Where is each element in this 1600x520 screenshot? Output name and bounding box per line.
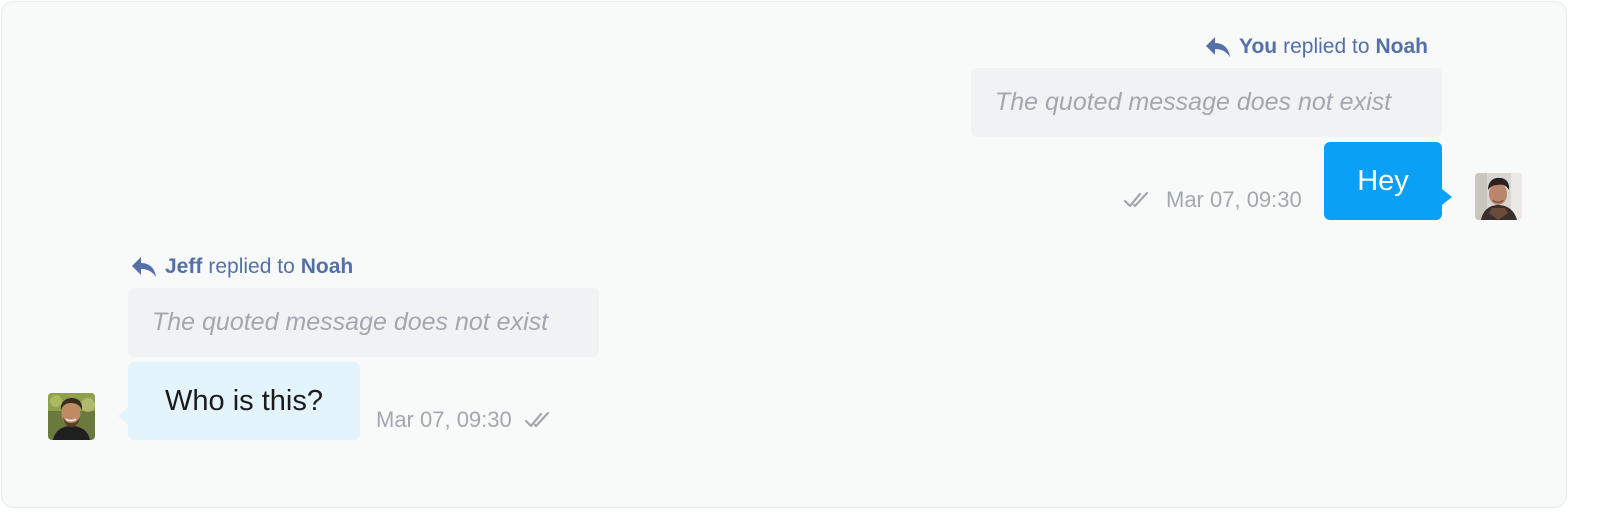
reply-from[interactable]: You <box>1239 35 1277 59</box>
bubble-tail <box>1442 189 1452 205</box>
reply-header-incoming: Jeff replied to Noah <box>131 255 353 279</box>
message-meta-outgoing: Mar 07, 09:30 <box>1123 187 1302 213</box>
quoted-message[interactable]: The quoted message does not exist <box>128 288 599 357</box>
message-timestamp: Mar 07, 09:30 <box>1166 187 1302 212</box>
reply-icon <box>1205 36 1231 58</box>
double-check-icon <box>1123 190 1155 210</box>
message-bubble-outgoing[interactable]: Hey <box>1324 142 1442 220</box>
bubble-tail <box>118 408 128 424</box>
reply-header-outgoing: You replied to Noah <box>1205 35 1428 59</box>
avatar-jeff[interactable] <box>48 393 95 440</box>
quoted-message[interactable]: The quoted message does not exist <box>971 68 1442 137</box>
reply-mid-text: replied to <box>208 255 295 278</box>
reply-to[interactable]: Noah <box>1376 35 1429 59</box>
reply-icon <box>131 256 157 278</box>
message-timestamp: Mar 07, 09:30 <box>376 407 512 432</box>
reply-to[interactable]: Noah <box>301 255 354 279</box>
chat-panel: You replied to Noah The quoted message d… <box>1 1 1567 508</box>
reply-from[interactable]: Jeff <box>165 255 202 279</box>
reply-mid-text: replied to <box>1283 35 1370 58</box>
avatar-you[interactable] <box>1475 173 1522 220</box>
double-check-icon <box>524 410 556 430</box>
message-meta-incoming: Mar 07, 09:30 <box>376 407 556 433</box>
message-bubble-incoming[interactable]: Who is this? <box>128 362 360 440</box>
